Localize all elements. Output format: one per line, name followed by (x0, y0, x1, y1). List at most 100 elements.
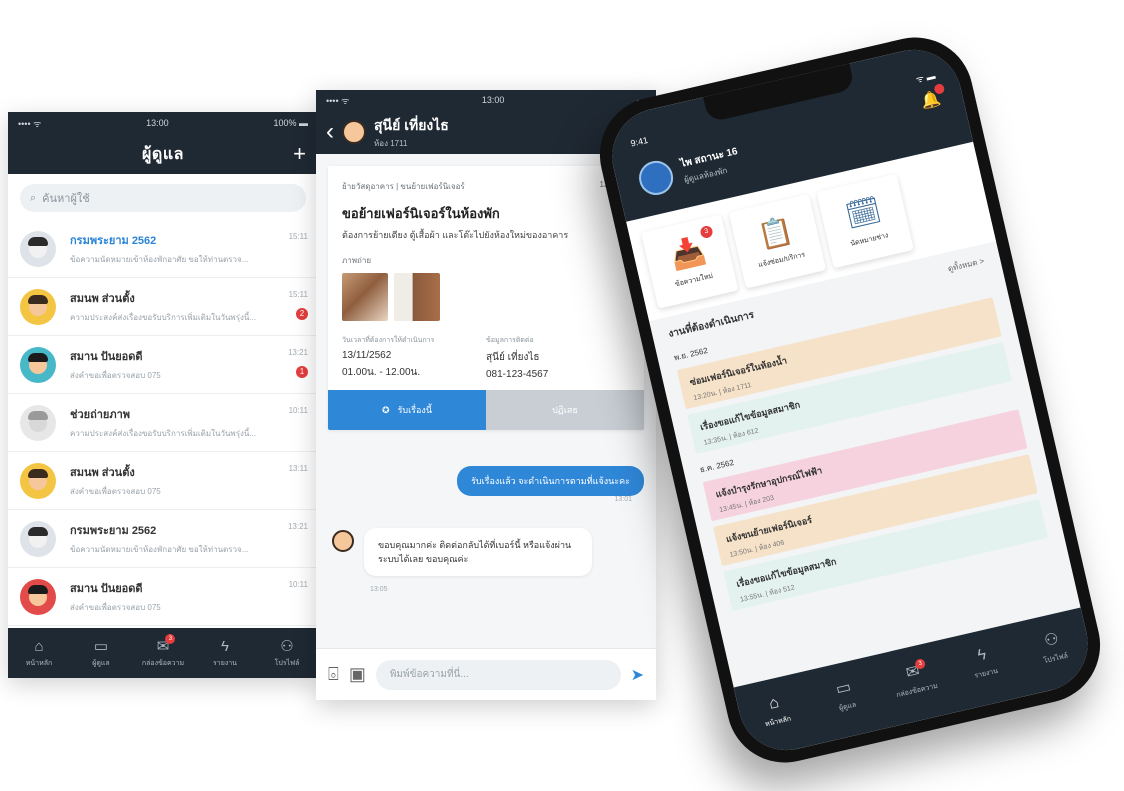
avatar-hair (28, 352, 48, 362)
contact-time: 10:11 (288, 580, 308, 589)
home-icon: ⌂ (34, 637, 44, 655)
list-item-text: ช่วยถ่ายภาพ ความประสงค์ส่งเรื่องขอรับบริก… (70, 405, 306, 440)
contact-name: สมาน ปันยอดดี (70, 583, 143, 595)
tab-label: กล่องข้อความ (141, 660, 185, 667)
message-placeholder: พิมพ์ข้อความที่นี่... (389, 669, 469, 680)
avatar (20, 404, 56, 441)
tab-monitor[interactable]: ▭ ผู้ดูแล (70, 628, 132, 678)
list-item-text: สมาน ปันยอดดี ส่งคำขอเพื่อตรวจสอบ 075 (70, 579, 306, 614)
request-type: ย้ายวัสดุอาคาร | ขนย้ายเฟอร์นิเจอร์ (342, 182, 465, 191)
list-item[interactable]: กรมพระยาม 2562 ข้อความนัดหมายเข้าห้องพักอ… (8, 220, 318, 278)
avatar (20, 578, 56, 615)
list-item[interactable]: กรมพระยาม 2562 ข้อความนัดหมายเข้าห้องพักอ… (8, 510, 318, 568)
list-item[interactable]: สมนพ ส่วนตั้งความประสงค์ส่งเรื่องขอรับบร… (8, 278, 318, 336)
status-time: 9:41 (629, 134, 649, 149)
contact-time: 15:11 (288, 290, 308, 299)
avatar-hair (28, 236, 48, 246)
calendar-icon: 🗓 (842, 193, 885, 232)
contacts-header: •••• ᯤ 13:00 100% ▬ ผู้ดูแล + (8, 112, 318, 174)
plus-icon[interactable]: + (293, 141, 306, 167)
request-card: ย้ายวัสดุอาคาร | ขนย้ายเฟอร์นิเจอร์ 13/1… (328, 166, 644, 430)
incoming-message: ขอบคุณมากค่ะ ติดต่อกลับได้ที่เบอร์นี้ หร… (364, 528, 592, 576)
reject-button[interactable]: ปฏิเสธ (486, 390, 644, 430)
outgoing-time: 13:01 (614, 496, 632, 503)
list-item[interactable]: สมาน ปันยอดดี ส่งคำขอเพื่อตรวจสอบ 075 10:1… (8, 568, 318, 626)
menu-card-label: แจ้งซ่อม/บริการ (757, 251, 806, 270)
contact-name: ช่วยถ่ายภาพ (70, 409, 131, 421)
photos-label: ภาพถ่าย (342, 256, 372, 265)
list-item[interactable]: ช่วยถ่ายภาพ ความประสงค์ส่งเรื่องขอรับบริก… (8, 394, 318, 452)
avatar (20, 346, 56, 383)
contacts-screen: •••• ᯤ 13:00 100% ▬ ผู้ดูแล + ⌕ ค้นหาผู้… (8, 112, 318, 678)
contact-value: สุนีย์ เที่ยงไธ (486, 352, 540, 363)
photo-thumbnail[interactable] (394, 273, 440, 321)
avatar-hair (28, 584, 48, 594)
user-icon: ⚇ (1042, 629, 1061, 650)
page-title: ผู้ดูแล (142, 145, 184, 163)
tab-home[interactable]: ⌂ หน้าหลัก (8, 628, 70, 678)
bolt-icon: ϟ (975, 645, 988, 665)
list-item[interactable]: สมนพ ส่วนตั้ง ส่งคำขอเพื่อตรวจสอบ 075 13:1… (8, 452, 318, 510)
search-input[interactable]: ⌕ ค้นหาผู้ใช้ (20, 184, 306, 212)
message-composer: ⌻ ▣ พิมพ์ข้อความที่นี่... ➤ (316, 648, 656, 700)
menu-card-calendar[interactable]: 🗓 นัดหมายช่าง (816, 173, 914, 269)
list-item[interactable]: สมาน ปันยอดดี ส่งคำขอเพื่อตรวจสอบ 075 13:2… (8, 336, 318, 394)
bolt-icon: ϟ (221, 637, 229, 655)
menu-card-label: นัดหมายช่าง (849, 232, 890, 248)
avatar (20, 462, 56, 499)
contact-name: สมนพ ส่วนตั้ง (70, 293, 135, 305)
user-icon: ⚇ (280, 638, 294, 655)
avatar (20, 288, 56, 325)
tab-label: ผู้ดูแล (92, 660, 110, 667)
search-icon: ⌕ (30, 191, 37, 204)
tab-user[interactable]: ⚇ โปรไฟล์ (256, 628, 318, 678)
image-icon[interactable]: ▣ (349, 664, 366, 685)
request-description: ต้องการย้ายเตียง ตู้เสื้อผ้า และโต๊ะไปยั… (342, 230, 569, 240)
status-signal: ᯤ ▬ (914, 70, 937, 85)
phone-device: 9:41 ᯤ ▬ ไพ สถานะ 16 ผู้ดูแลห้องพัก 🔔 📥 ข… (588, 25, 1112, 775)
tab-label: รายงาน (973, 667, 999, 680)
contact-preview: ส่งคำขอเพื่อตรวจสอบ 075 (70, 487, 161, 496)
chat-contact-name: สุนีย์ เที่ยงไธ (374, 116, 449, 133)
list-item-text: สมนพ ส่วนตั้งส่งคำขอเพื่อตรวจสอบ 075 (70, 463, 306, 498)
tab-label: โปรไฟล์ (274, 660, 300, 667)
date-label: วันเวลาที่ต้องการให้ดำเนินการ (342, 337, 435, 344)
accept-label: รับเรื่องนี้ (397, 405, 432, 415)
tab-label: หน้าหลัก (764, 715, 792, 728)
avatar-hair (28, 294, 48, 304)
menu-card-clipboard[interactable]: 📋 แจ้งซ่อม/บริการ (728, 194, 827, 289)
inbox-icon: 📥 (667, 234, 709, 273)
tab-user[interactable]: ⚇ โปรไฟล์ (1011, 607, 1095, 685)
contact-label: ข้อมูลการติดต่อ (486, 337, 534, 344)
back-arrow-icon[interactable]: ‹ (326, 118, 334, 146)
tab-mail[interactable]: ✉ กล่องข้อความ 3 (132, 628, 194, 678)
contact-preview: ความประสงค์ส่งเรื่องขอรับบริการเพิ่มเติม… (70, 313, 257, 322)
status-bar: •••• ᯤ 13:00 100% ▬ (8, 112, 318, 134)
avatar-hair (28, 468, 48, 478)
home-screen: 9:41 ᯤ ▬ ไพ สถานะ 16 ผู้ดูแลห้องพัก 🔔 📥 ข… (602, 40, 1098, 760)
contact-preview: ข้อความนัดหมายเข้าห้องพักอาศัย ขอให้ท่าน… (70, 255, 249, 264)
contact-list: กรมพระยาม 2562 ข้อความนัดหมายเข้าห้องพักอ… (8, 220, 318, 626)
unread-badge: 1 (296, 366, 308, 378)
message-input[interactable]: พิมพ์ข้อความที่นี่... (375, 659, 621, 690)
contact-name: สมนพ ส่วนตั้ง (70, 467, 135, 479)
menu-card-inbox[interactable]: 📥 ข้อความใหม่ 3 (641, 214, 739, 309)
photo-thumbnail[interactable] (342, 273, 388, 321)
incoming-time: 13:05 (370, 586, 388, 593)
avatar-hair (28, 410, 48, 420)
see-all-link[interactable]: ดูทั้งหมด > (947, 254, 986, 277)
contact-time: 13:21 (287, 522, 308, 531)
avatar (20, 520, 56, 557)
bottom-tab-bar: ⌂ หน้าหลัก ▭ ผู้ดูแล ✉ กล่องข้อความ 3 ϟ รายงาน ⚇ โ… (8, 628, 318, 678)
tab-bolt[interactable]: ϟ รายงาน (194, 628, 256, 678)
status-carrier: •••• ᯤ (326, 95, 350, 106)
clipboard-icon: 📋 (755, 213, 796, 252)
monitor-icon: ▭ (93, 638, 109, 655)
accept-button[interactable]: ✪ รับเรื่องนี้ (328, 390, 486, 430)
camera-icon[interactable]: ⌻ (328, 664, 339, 685)
send-icon[interactable]: ➤ (631, 665, 644, 685)
contact-name: กรมพระยาม 2562 (70, 525, 157, 537)
status-time: 13:00 (481, 95, 505, 105)
bottom-tab-bar: ⌂ หน้าหลัก ▭ ผู้ดูแล ✉ กล่องข้อความ 3 ϟ รายงาน ⚇ โ… (733, 607, 1098, 760)
list-item-text: สมาน ปันยอดดี ส่งคำขอเพื่อตรวจสอบ 075 (70, 347, 306, 382)
